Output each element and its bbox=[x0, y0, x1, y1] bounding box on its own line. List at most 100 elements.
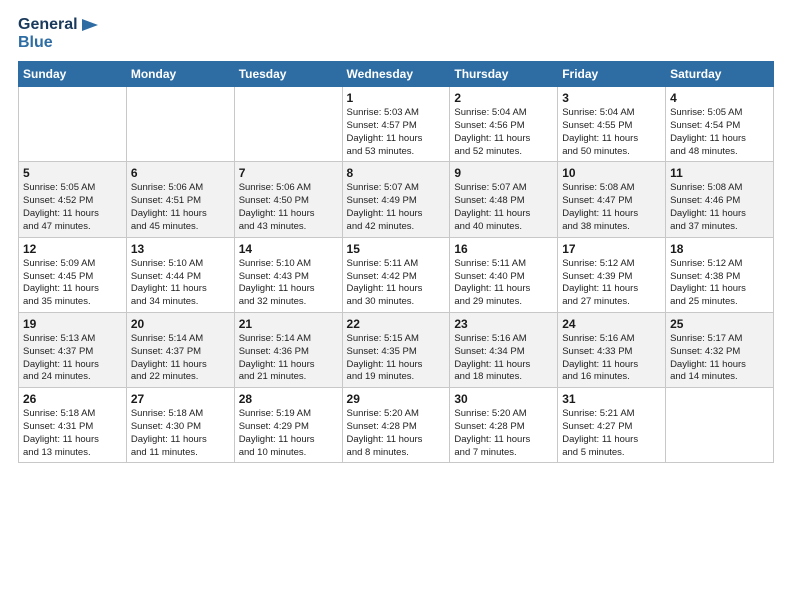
calendar-cell: 3 Sunrise: 5:04 AMSunset: 4:55 PMDaylight… bbox=[558, 87, 666, 162]
weekday-header-row: SundayMondayTuesdayWednesdayThursdayFrid… bbox=[19, 62, 774, 87]
weekday-header-tuesday: Tuesday bbox=[234, 62, 342, 87]
day-info: Sunrise: 5:13 AMSunset: 4:37 PMDaylight:… bbox=[23, 333, 122, 384]
weekday-header-monday: Monday bbox=[126, 62, 234, 87]
calendar-cell: 30 Sunrise: 5:20 AMSunset: 4:28 PMDayligh… bbox=[450, 388, 558, 463]
day-info: Sunrise: 5:10 AMSunset: 4:43 PMDaylight:… bbox=[239, 258, 338, 309]
calendar-cell: 15 Sunrise: 5:11 AMSunset: 4:42 PMDayligh… bbox=[342, 237, 450, 312]
day-number: 14 bbox=[239, 242, 338, 256]
weekday-header-sunday: Sunday bbox=[19, 62, 127, 87]
day-info: Sunrise: 5:14 AMSunset: 4:36 PMDaylight:… bbox=[239, 333, 338, 384]
day-info: Sunrise: 5:03 AMSunset: 4:57 PMDaylight:… bbox=[347, 107, 446, 158]
day-number: 9 bbox=[454, 166, 553, 180]
calendar-cell bbox=[126, 87, 234, 162]
day-info: Sunrise: 5:06 AMSunset: 4:50 PMDaylight:… bbox=[239, 182, 338, 233]
day-info: Sunrise: 5:04 AMSunset: 4:56 PMDaylight:… bbox=[454, 107, 553, 158]
calendar-week-2: 5 Sunrise: 5:05 AMSunset: 4:52 PMDaylight… bbox=[19, 162, 774, 237]
logo-general: General bbox=[18, 16, 98, 34]
calendar-cell: 24 Sunrise: 5:16 AMSunset: 4:33 PMDayligh… bbox=[558, 312, 666, 387]
calendar-cell: 18 Sunrise: 5:12 AMSunset: 4:38 PMDayligh… bbox=[666, 237, 774, 312]
calendar-cell: 9 Sunrise: 5:07 AMSunset: 4:48 PMDaylight… bbox=[450, 162, 558, 237]
calendar-cell: 11Sunrise: 5:08 AMSunset: 4:46 PMDayligh… bbox=[666, 162, 774, 237]
day-number: 7 bbox=[239, 166, 338, 180]
day-number: 1 bbox=[347, 91, 446, 105]
day-number: 16 bbox=[454, 242, 553, 256]
calendar-cell: 2 Sunrise: 5:04 AMSunset: 4:56 PMDaylight… bbox=[450, 87, 558, 162]
day-info: Sunrise: 5:12 AMSunset: 4:39 PMDaylight:… bbox=[562, 258, 661, 309]
day-info: Sunrise: 5:06 AMSunset: 4:51 PMDaylight:… bbox=[131, 182, 230, 233]
day-number: 30 bbox=[454, 392, 553, 406]
day-info: Sunrise: 5:12 AMSunset: 4:38 PMDaylight:… bbox=[670, 258, 769, 309]
weekday-header-friday: Friday bbox=[558, 62, 666, 87]
day-info: Sunrise: 5:18 AMSunset: 4:30 PMDaylight:… bbox=[131, 408, 230, 459]
calendar-cell: 8Sunrise: 5:07 AMSunset: 4:49 PMDaylight… bbox=[342, 162, 450, 237]
calendar-cell: 16 Sunrise: 5:11 AMSunset: 4:40 PMDayligh… bbox=[450, 237, 558, 312]
logo-text-block: General Blue bbox=[18, 16, 98, 51]
day-number: 3 bbox=[562, 91, 661, 105]
weekday-header-wednesday: Wednesday bbox=[342, 62, 450, 87]
calendar-cell bbox=[19, 87, 127, 162]
day-number: 17 bbox=[562, 242, 661, 256]
day-info: Sunrise: 5:20 AMSunset: 4:28 PMDaylight:… bbox=[454, 408, 553, 459]
calendar-cell: 6 Sunrise: 5:06 AMSunset: 4:51 PMDaylight… bbox=[126, 162, 234, 237]
day-info: Sunrise: 5:20 AMSunset: 4:28 PMDaylight:… bbox=[347, 408, 446, 459]
calendar-cell: 29 Sunrise: 5:20 AMSunset: 4:28 PMDayligh… bbox=[342, 388, 450, 463]
day-number: 31 bbox=[562, 392, 661, 406]
day-info: Sunrise: 5:14 AMSunset: 4:37 PMDaylight:… bbox=[131, 333, 230, 384]
day-info: Sunrise: 5:18 AMSunset: 4:31 PMDaylight:… bbox=[23, 408, 122, 459]
calendar-cell: 19Sunrise: 5:13 AMSunset: 4:37 PMDayligh… bbox=[19, 312, 127, 387]
day-number: 18 bbox=[670, 242, 769, 256]
calendar-cell: 27 Sunrise: 5:18 AMSunset: 4:30 PMDayligh… bbox=[126, 388, 234, 463]
day-number: 12 bbox=[23, 242, 122, 256]
day-number: 27 bbox=[131, 392, 230, 406]
day-info: Sunrise: 5:09 AMSunset: 4:45 PMDaylight:… bbox=[23, 258, 122, 309]
day-info: Sunrise: 5:08 AMSunset: 4:47 PMDaylight:… bbox=[562, 182, 661, 233]
calendar-cell: 12 Sunrise: 5:09 AMSunset: 4:45 PMDayligh… bbox=[19, 237, 127, 312]
header: General Blue bbox=[18, 16, 774, 51]
calendar-week-5: 26 Sunrise: 5:18 AMSunset: 4:31 PMDayligh… bbox=[19, 388, 774, 463]
day-number: 20 bbox=[131, 317, 230, 331]
weekday-header-thursday: Thursday bbox=[450, 62, 558, 87]
day-info: Sunrise: 5:05 AMSunset: 4:52 PMDaylight:… bbox=[23, 182, 122, 233]
day-info: Sunrise: 5:17 AMSunset: 4:32 PMDaylight:… bbox=[670, 333, 769, 384]
calendar-cell bbox=[666, 388, 774, 463]
calendar-cell bbox=[234, 87, 342, 162]
day-info: Sunrise: 5:11 AMSunset: 4:42 PMDaylight:… bbox=[347, 258, 446, 309]
day-number: 4 bbox=[670, 91, 769, 105]
calendar-cell: 1 Sunrise: 5:03 AMSunset: 4:57 PMDaylight… bbox=[342, 87, 450, 162]
calendar-cell: 10 Sunrise: 5:08 AMSunset: 4:47 PMDayligh… bbox=[558, 162, 666, 237]
day-number: 24 bbox=[562, 317, 661, 331]
logo: General Blue bbox=[18, 16, 98, 51]
day-number: 29 bbox=[347, 392, 446, 406]
day-info: Sunrise: 5:15 AMSunset: 4:35 PMDaylight:… bbox=[347, 333, 446, 384]
day-info: Sunrise: 5:07 AMSunset: 4:48 PMDaylight:… bbox=[454, 182, 553, 233]
day-number: 5 bbox=[23, 166, 122, 180]
day-number: 25 bbox=[670, 317, 769, 331]
calendar-week-4: 19Sunrise: 5:13 AMSunset: 4:37 PMDayligh… bbox=[19, 312, 774, 387]
day-info: Sunrise: 5:11 AMSunset: 4:40 PMDaylight:… bbox=[454, 258, 553, 309]
calendar-cell: 17 Sunrise: 5:12 AMSunset: 4:39 PMDayligh… bbox=[558, 237, 666, 312]
day-number: 26 bbox=[23, 392, 122, 406]
calendar-cell: 31Sunrise: 5:21 AMSunset: 4:27 PMDayligh… bbox=[558, 388, 666, 463]
calendar-cell: 23Sunrise: 5:16 AMSunset: 4:34 PMDayligh… bbox=[450, 312, 558, 387]
day-number: 2 bbox=[454, 91, 553, 105]
day-number: 15 bbox=[347, 242, 446, 256]
logo-blue: Blue bbox=[18, 34, 98, 52]
day-number: 6 bbox=[131, 166, 230, 180]
day-info: Sunrise: 5:04 AMSunset: 4:55 PMDaylight:… bbox=[562, 107, 661, 158]
day-number: 8 bbox=[347, 166, 446, 180]
calendar-cell: 14 Sunrise: 5:10 AMSunset: 4:43 PMDayligh… bbox=[234, 237, 342, 312]
day-number: 13 bbox=[131, 242, 230, 256]
calendar-cell: 5 Sunrise: 5:05 AMSunset: 4:52 PMDaylight… bbox=[19, 162, 127, 237]
day-number: 11 bbox=[670, 166, 769, 180]
weekday-header-saturday: Saturday bbox=[666, 62, 774, 87]
logo-arrow-icon bbox=[82, 19, 98, 31]
calendar-cell: 28Sunrise: 5:19 AMSunset: 4:29 PMDayligh… bbox=[234, 388, 342, 463]
page: General Blue SundayMondayTuesdayWednesda… bbox=[0, 0, 792, 612]
calendar-week-3: 12 Sunrise: 5:09 AMSunset: 4:45 PMDayligh… bbox=[19, 237, 774, 312]
day-info: Sunrise: 5:16 AMSunset: 4:33 PMDaylight:… bbox=[562, 333, 661, 384]
day-info: Sunrise: 5:05 AMSunset: 4:54 PMDaylight:… bbox=[670, 107, 769, 158]
day-number: 10 bbox=[562, 166, 661, 180]
day-info: Sunrise: 5:19 AMSunset: 4:29 PMDaylight:… bbox=[239, 408, 338, 459]
calendar-cell: 26 Sunrise: 5:18 AMSunset: 4:31 PMDayligh… bbox=[19, 388, 127, 463]
calendar-cell: 13Sunrise: 5:10 AMSunset: 4:44 PMDayligh… bbox=[126, 237, 234, 312]
